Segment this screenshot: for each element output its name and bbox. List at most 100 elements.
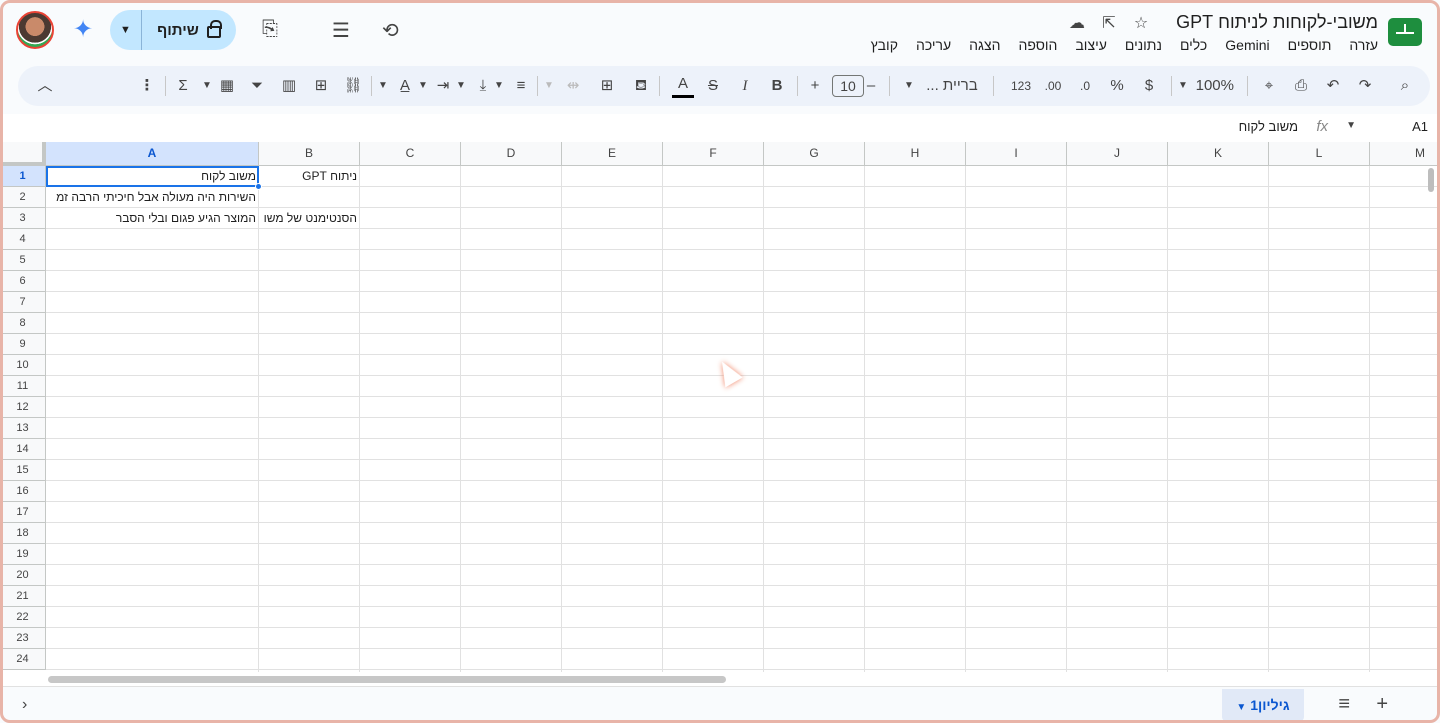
cell-a3[interactable]: המוצר הגיע פגום ובלי הסבר xyxy=(46,208,259,229)
vertical-align-icon[interactable]: ⤓ xyxy=(472,74,494,98)
row-header-21[interactable]: 21 xyxy=(0,586,46,607)
column-header-m[interactable]: M xyxy=(1370,142,1440,166)
more-options-icon[interactable]: ⋮ xyxy=(136,74,158,98)
sidepanel-toggle-icon[interactable]: › xyxy=(22,696,27,714)
font-select[interactable]: בריית ... xyxy=(920,74,984,98)
insert-comment-icon[interactable]: ⊞ xyxy=(310,74,332,98)
bold-button[interactable]: B xyxy=(766,74,788,98)
cloud-saved-icon[interactable]: ☁ xyxy=(1066,13,1088,33)
decrease-decimal-button[interactable]: .0 xyxy=(1074,74,1096,98)
font-size-input[interactable]: 10 xyxy=(832,75,864,97)
collapse-menus-icon[interactable]: ︿ xyxy=(34,74,56,98)
filter-views-chevron-icon[interactable]: ▼ xyxy=(196,74,218,98)
column-header-j[interactable]: J xyxy=(1067,142,1168,166)
print-icon[interactable]: ⎙ xyxy=(1290,74,1312,98)
insert-chart-icon[interactable]: ▥ xyxy=(278,74,300,98)
italic-button[interactable]: I xyxy=(734,74,756,98)
menu-insert[interactable]: הוספה xyxy=(1018,37,1057,53)
text-wrap-icon[interactable]: ⇥ xyxy=(432,74,454,98)
column-header-e[interactable]: E xyxy=(562,142,663,166)
zoom-chevron-icon[interactable]: ▼ xyxy=(1172,74,1194,98)
undo-icon[interactable]: ↷ xyxy=(1354,74,1376,98)
avatar[interactable] xyxy=(16,11,54,49)
name-box-chevron-icon[interactable]: ▼ xyxy=(1346,120,1356,131)
row-header-10[interactable]: 10 xyxy=(0,355,46,376)
history-icon[interactable]: ⟲ xyxy=(382,18,399,43)
column-header-g[interactable]: G xyxy=(764,142,865,166)
column-header-l[interactable]: L xyxy=(1269,142,1370,166)
row-header-4[interactable]: 4 xyxy=(0,229,46,250)
move-folder-icon[interactable]: ⇱ xyxy=(1098,13,1120,33)
select-all-corner[interactable] xyxy=(0,142,46,166)
video-call-icon[interactable]: ⎘ xyxy=(262,18,278,41)
functions-icon[interactable]: Σ xyxy=(172,74,194,98)
menu-gemini[interactable]: Gemini xyxy=(1225,37,1269,53)
search-menus-icon[interactable]: ⌕ xyxy=(1394,74,1416,98)
row-header-1[interactable]: 1 xyxy=(0,166,46,187)
sheets-logo-icon[interactable] xyxy=(1388,18,1422,46)
column-header-f[interactable]: F xyxy=(663,142,764,166)
redo-icon[interactable]: ↶ xyxy=(1322,74,1344,98)
increase-font-size-button[interactable]: + xyxy=(804,74,826,98)
sheet-tab-active[interactable]: גיליון1 ▼ xyxy=(1222,689,1304,721)
currency-format-button[interactable]: $ xyxy=(1138,74,1160,98)
row-header-12[interactable]: 12 xyxy=(0,397,46,418)
document-title[interactable]: משובי-לקוחות לניתוח GPT xyxy=(1176,12,1378,33)
row-header-19[interactable]: 19 xyxy=(0,544,46,565)
row-header-23[interactable]: 23 xyxy=(0,628,46,649)
zoom-select[interactable]: 100% xyxy=(1196,74,1234,98)
horizontal-scrollbar[interactable] xyxy=(48,676,726,683)
menu-data[interactable]: נתונים xyxy=(1125,37,1162,53)
share-main[interactable]: שיתוף xyxy=(142,20,236,39)
row-header-15[interactable]: 15 xyxy=(0,460,46,481)
row-header-18[interactable]: 18 xyxy=(0,523,46,544)
filter-views-icon[interactable]: ▦ xyxy=(216,74,238,98)
menu-help[interactable]: עזרה xyxy=(1349,37,1378,53)
row-header-24[interactable]: 24 xyxy=(0,649,46,670)
menu-view[interactable]: הצגה xyxy=(969,37,1000,53)
font-chevron-icon[interactable]: ▼ xyxy=(898,74,920,98)
row-header-5[interactable]: 5 xyxy=(0,250,46,271)
text-rotation-icon[interactable]: A̲ xyxy=(394,74,416,98)
column-header-d[interactable]: D xyxy=(461,142,562,166)
share-button[interactable]: ▼ שיתוף xyxy=(110,10,236,50)
rotation-chevron-icon[interactable]: ▼ xyxy=(372,74,394,98)
comments-icon[interactable]: ☰ xyxy=(332,18,350,43)
column-header-b[interactable]: B xyxy=(259,142,360,166)
row-header-6[interactable]: 6 xyxy=(0,271,46,292)
star-icon[interactable]: ☆ xyxy=(1130,13,1152,33)
menu-file[interactable]: קובץ xyxy=(871,37,898,53)
text-color-button[interactable]: A xyxy=(672,74,694,98)
vertical-scrollbar[interactable] xyxy=(1428,168,1434,192)
chevron-down-icon[interactable]: ▼ xyxy=(110,10,142,50)
column-header-c[interactable]: C xyxy=(360,142,461,166)
horizontal-align-icon[interactable]: ≡ xyxy=(510,74,532,98)
column-header-h[interactable]: H xyxy=(865,142,966,166)
paint-format-icon[interactable]: ⌖ xyxy=(1258,74,1280,98)
strikethrough-button[interactable]: S xyxy=(702,74,724,98)
gemini-sparkle-icon[interactable]: ✦ xyxy=(70,17,96,43)
column-header-a[interactable]: A xyxy=(46,142,259,166)
filter-icon[interactable]: ⏷ xyxy=(246,74,268,98)
menu-edit[interactable]: עריכה xyxy=(916,37,951,53)
cell-b3[interactable]: הסנטימנט של משו xyxy=(259,208,360,229)
row-header-14[interactable]: 14 xyxy=(0,439,46,460)
percent-format-button[interactable]: % xyxy=(1106,74,1128,98)
row-header-16[interactable]: 16 xyxy=(0,481,46,502)
row-header-7[interactable]: 7 xyxy=(0,292,46,313)
column-header-k[interactable]: K xyxy=(1168,142,1269,166)
row-header-3[interactable]: 3 xyxy=(0,208,46,229)
menu-format[interactable]: עיצוב xyxy=(1075,37,1106,53)
increase-decimal-button[interactable]: .00 xyxy=(1042,74,1064,98)
borders-icon[interactable]: ⊞ xyxy=(596,74,618,98)
menu-tools[interactable]: כלים xyxy=(1180,37,1207,53)
row-header-11[interactable]: 11 xyxy=(0,376,46,397)
sheet-tab-chevron-icon[interactable]: ▼ xyxy=(1236,702,1246,713)
fill-color-icon[interactable]: ⛾ xyxy=(630,74,652,98)
menu-extensions[interactable]: תוספים xyxy=(1288,37,1332,53)
column-header-i[interactable]: I xyxy=(966,142,1067,166)
fill-handle[interactable] xyxy=(255,183,262,190)
merge-chevron-icon[interactable]: ▼ xyxy=(538,74,560,98)
row-header-9[interactable]: 9 xyxy=(0,334,46,355)
spreadsheet-grid[interactable]: ABCDEFGHIJKLM 1 2 3 4 5 6 7 8 9 10 11 12 13 14 15 16 17 1… xyxy=(0,142,1440,672)
